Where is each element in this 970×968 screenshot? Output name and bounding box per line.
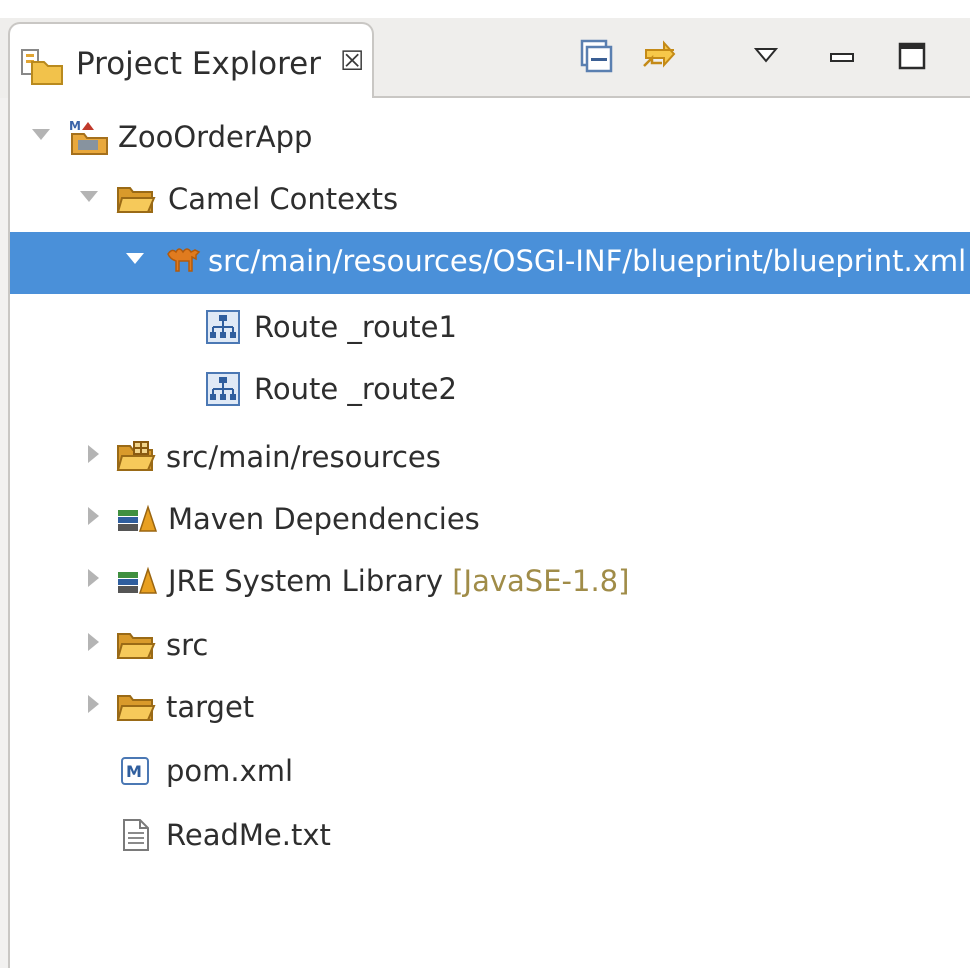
route-icon: [206, 310, 240, 348]
package-explorer-icon: [20, 48, 66, 90]
tree-item-pom-xml[interactable]: M pom.xml: [10, 742, 970, 804]
collapse-arrow-icon[interactable]: [88, 695, 99, 713]
tab-title: Project Explorer: [76, 46, 321, 82]
tree-item-label: src: [166, 628, 209, 662]
view-menu-icon: [753, 47, 779, 69]
svg-text:M: M: [126, 762, 142, 781]
maximize-button[interactable]: [888, 34, 936, 82]
camel-icon: [164, 244, 204, 280]
tree-item-label: Maven Dependencies: [168, 502, 480, 536]
tree-item-label: ZooOrderApp: [118, 120, 313, 154]
tab-project-explorer[interactable]: Project Explorer ☒: [8, 22, 374, 98]
tree-item-route1[interactable]: Route _route1: [10, 298, 970, 360]
tree-item-label: src/main/resources/OSGI-INF/blueprint/bl…: [208, 244, 967, 278]
link-with-editor-button[interactable]: [636, 34, 684, 82]
collapse-arrow-icon[interactable]: [88, 569, 99, 587]
collapse-arrow-icon[interactable]: [88, 633, 99, 651]
text-file-icon: [122, 818, 150, 856]
tree-item-camel-contexts[interactable]: Camel Contexts: [10, 170, 970, 232]
project-tree: M ZooOrderApp Camel Contexts src/main/re…: [8, 98, 970, 968]
tree-item-label: Camel Contexts: [168, 182, 399, 216]
maven-file-icon: M: [120, 756, 150, 790]
folder-icon: [116, 692, 156, 726]
library-icon: [116, 504, 158, 538]
tab-strip-top-gap: [0, 0, 970, 18]
tree-item-label: src/main/resources: [166, 440, 441, 474]
maximize-icon: [898, 42, 926, 74]
tree-item-target[interactable]: target: [10, 678, 970, 740]
folder-icon: [116, 630, 156, 664]
tree-item-label: ReadMe.txt: [166, 818, 331, 852]
minimize-icon: [829, 49, 855, 68]
jre-version-decoration: [JavaSE-1.8]: [452, 564, 630, 598]
tree-item-label: Route _route2: [254, 372, 457, 406]
folder-open-icon: [116, 184, 156, 218]
view-tab-strip: Project Explorer ☒: [0, 0, 970, 98]
tree-item-src[interactable]: src: [10, 616, 970, 678]
tree-item-route2[interactable]: Route _route2: [10, 360, 970, 422]
collapse-arrow-icon[interactable]: [88, 445, 99, 463]
maven-project-icon: M: [68, 118, 110, 160]
source-folder-icon: [116, 440, 156, 476]
tree-item-label: pom.xml: [166, 754, 294, 788]
tree-item-blueprint-xml[interactable]: src/main/resources/OSGI-INF/blueprint/bl…: [10, 232, 970, 294]
tree-item-label: target: [166, 690, 255, 724]
project-explorer-view: Project Explorer ☒ M ZooOrderApp Camel C…: [0, 0, 970, 968]
jre-label-text: JRE System Library: [168, 564, 444, 598]
tree-item-label: Route _route1: [254, 310, 457, 344]
svg-text:M: M: [69, 119, 81, 133]
tree-item-label: JRE System Library [JavaSE-1.8]: [168, 564, 629, 598]
collapse-all-button[interactable]: [572, 34, 620, 82]
route-icon: [206, 372, 240, 410]
close-icon[interactable]: ☒: [340, 46, 364, 77]
tree-item-jre-system-library[interactable]: JRE System Library [JavaSE-1.8]: [10, 552, 970, 614]
expand-arrow-icon[interactable]: [126, 253, 144, 264]
collapse-all-icon: [579, 39, 613, 77]
view-menu-button[interactable]: [742, 34, 790, 82]
expand-arrow-icon[interactable]: [80, 191, 98, 202]
library-icon: [116, 566, 158, 600]
collapse-arrow-icon[interactable]: [88, 507, 99, 525]
tree-item-src-main-resources[interactable]: src/main/resources: [10, 428, 970, 490]
tree-item-project[interactable]: M ZooOrderApp: [10, 108, 970, 170]
expand-arrow-icon[interactable]: [32, 129, 50, 140]
tree-item-maven-dependencies[interactable]: Maven Dependencies: [10, 490, 970, 552]
minimize-button[interactable]: [818, 34, 866, 82]
link-with-editor-icon: [640, 36, 680, 80]
tree-item-readme-txt[interactable]: ReadMe.txt: [10, 806, 970, 868]
